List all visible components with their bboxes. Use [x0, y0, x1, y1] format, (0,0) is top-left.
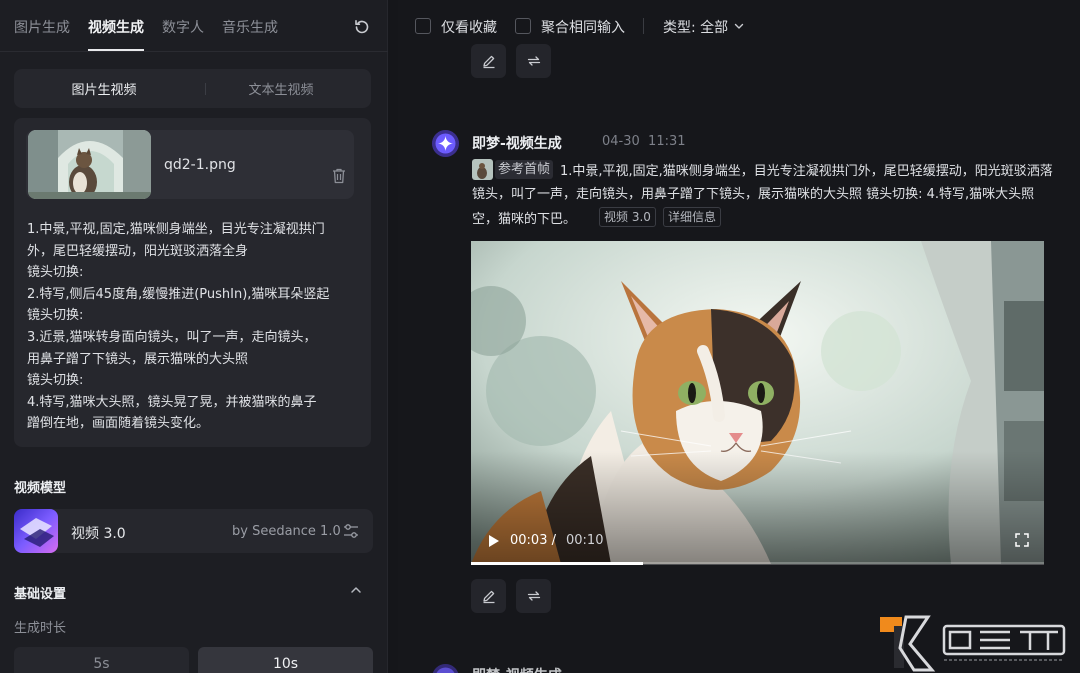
duration-5s-button[interactable]: 5s: [14, 647, 189, 673]
edit-icon: [482, 590, 494, 604]
video-time-separator: /: [551, 533, 556, 548]
entry-time: 11:31: [648, 134, 686, 149]
video-progress-fill: [471, 562, 643, 565]
regenerate-icon: [527, 591, 540, 601]
edit-button[interactable]: [471, 579, 506, 613]
tab-image-generation[interactable]: 图片生成: [14, 17, 70, 37]
prompt-card: qd2-1.png 1.中景,平视,固定,猫咪侧身端坐，目光专注凝视拱门 外，尾…: [14, 118, 371, 447]
entry-date: 04-30: [602, 134, 640, 149]
app-root: 图片生成 视频生成 数字人 音乐生成 图片生视频 文本生视频 qd2-1.png…: [0, 0, 1080, 673]
regenerate-button[interactable]: [516, 44, 551, 78]
prompt-line: 3.近景,猫咪转身面向镜头，叫了一声，走向镜头，: [27, 329, 317, 345]
results-panel: 仅看收藏 聚合相同输入 类型: 全部 即梦-视频生成 04-30 11:31 参…: [398, 0, 1080, 673]
trash-icon[interactable]: [332, 168, 346, 184]
favorites-only-label[interactable]: 仅看收藏: [441, 17, 497, 37]
model-selector[interactable]: 视频 3.0 by Seedance 1.0: [14, 509, 373, 553]
prompt-line: 蹭倒在地，画面随着镜头变化。: [27, 416, 210, 432]
video-total-time: 00:10: [566, 533, 604, 548]
sparkle-icon: [432, 664, 459, 673]
mode-switch: 图片生视频 文本生视频: [14, 69, 371, 108]
edit-button[interactable]: [471, 44, 506, 78]
mode-image-to-video[interactable]: 图片生视频: [17, 72, 191, 105]
prompt-line: 镜头切换:: [27, 265, 84, 281]
next-entry-title: 即梦-视频生成: [472, 665, 562, 673]
type-filter-dropdown[interactable]: 类型: 全部: [663, 17, 728, 37]
sparkle-icon: [432, 130, 459, 157]
uploaded-image-thumbnail[interactable]: [28, 130, 151, 199]
tab-digital-human[interactable]: 数字人: [162, 17, 204, 37]
video-progress-bar[interactable]: [471, 562, 1044, 565]
prompt-line: 1.中景,平视,固定,猫咪侧身端坐，目光专注凝视拱门: [27, 222, 325, 237]
prompt-line: 2.特写,侧后45度角,缓慢推进(PushIn),猫咪耳朵竖起: [27, 286, 330, 302]
prompt-line: 用鼻子蹭了下镜头，展示猫咪的大头照: [27, 351, 249, 367]
filter-divider: [643, 18, 644, 34]
prompt-line: 镜头切换:: [27, 308, 84, 324]
prompt-line: 镜头切换:: [27, 373, 84, 389]
model-name: 视频 3.0: [71, 526, 126, 542]
video-model-heading: 视频模型: [14, 481, 67, 496]
refresh-icon[interactable]: [353, 18, 371, 36]
merge-same-input-label[interactable]: 聚合相同输入: [541, 17, 625, 37]
fullscreen-icon[interactable]: [1015, 533, 1029, 547]
mode-text-to-video[interactable]: 文本生视频: [194, 72, 368, 105]
entry-description-line: 空，猫咪的下巴。: [472, 212, 577, 227]
duration-label: 生成时长: [14, 621, 67, 636]
video-time-display: 00:03 /: [510, 533, 556, 548]
video-current-time: 00:03: [510, 533, 548, 548]
file-name: qd2-1.png: [164, 157, 236, 173]
play-icon[interactable]: [488, 534, 500, 548]
watermark-logo: [880, 615, 1066, 672]
entry-title: 即梦-视频生成: [472, 136, 562, 152]
entry-description-line: 镜头，叫了一声，走向镜头，用鼻子蹭了下镜头，展示猫咪的大头照 镜头切换: 4.特…: [472, 187, 1035, 202]
entry-timestamp: 04-30 11:31: [602, 134, 686, 149]
chevron-down-icon[interactable]: [734, 21, 744, 31]
prompt-line: 4.特写,猫咪大头照，镜头晃了晃，并被猫咪的鼻子: [27, 394, 317, 410]
prompt-text[interactable]: 1.中景,平视,固定,猫咪侧身端坐，目光专注凝视拱门 外，尾巴轻缓摆动，阳光斑驳…: [27, 219, 357, 435]
edit-icon: [482, 55, 494, 69]
tab-video-generation[interactable]: 视频生成: [88, 17, 144, 51]
top-tab-bar: 图片生成 视频生成 数字人 音乐生成: [0, 0, 388, 52]
generation-panel: 图片生成 视频生成 数字人 音乐生成 图片生视频 文本生视频 qd2-1.png…: [0, 0, 388, 673]
regenerate-icon: [527, 56, 540, 66]
duration-10s-button[interactable]: 10s: [198, 647, 373, 673]
uploaded-file: qd2-1.png: [26, 130, 354, 199]
video-player[interactable]: [471, 241, 1044, 564]
model-tag[interactable]: 视频 3.0: [599, 207, 656, 227]
tab-music-generation[interactable]: 音乐生成: [222, 17, 278, 37]
entry-description-line: 1.中景,平视,固定,猫咪侧身端坐，目光专注凝视拱门外，尾巴轻缓摆动，阳光斑驳洒…: [560, 164, 1053, 179]
merge-same-input-checkbox[interactable]: [515, 18, 531, 34]
prompt-line: 外，尾巴轻缓摆动，阳光斑驳洒落全身: [27, 243, 249, 259]
favorites-only-checkbox[interactable]: [415, 18, 431, 34]
details-tag[interactable]: 详细信息: [663, 207, 722, 227]
sliders-icon[interactable]: [343, 523, 359, 539]
basic-settings-heading: 基础设置: [14, 587, 67, 602]
model-provider: by Seedance 1.0: [232, 524, 341, 539]
chevron-up-icon[interactable]: [350, 584, 362, 596]
model-icon: [14, 509, 58, 553]
regenerate-button[interactable]: [516, 579, 551, 613]
reference-frame-thumbnail[interactable]: [472, 159, 493, 180]
reference-frame-label: 参考首帧: [495, 160, 554, 179]
